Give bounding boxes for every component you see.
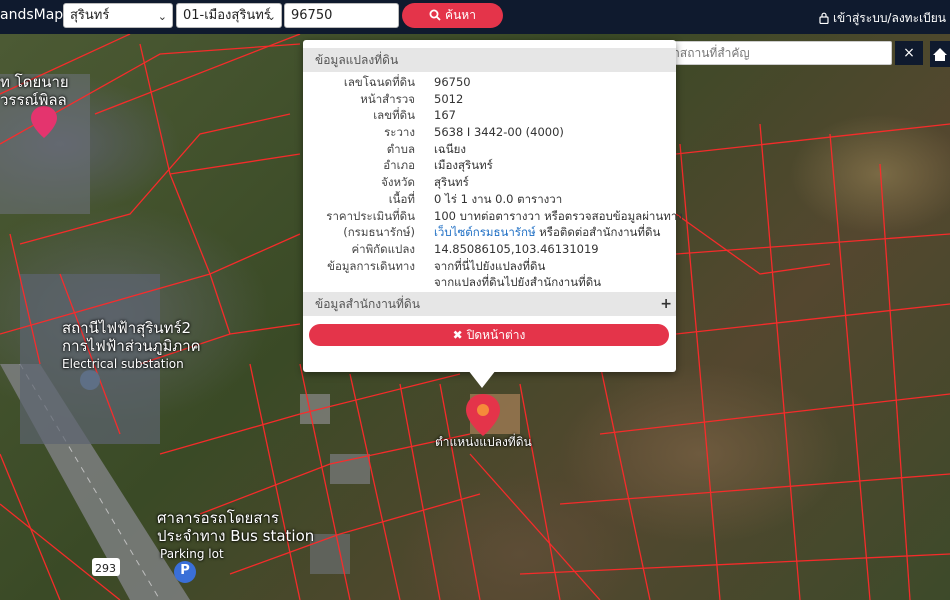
map-label-bus-station-2: ประจำทาง Bus station (157, 527, 315, 545)
directions-to-office-link[interactable]: จากแปลงที่ดินไปยังสำนักงานที่ดิน (434, 274, 601, 291)
district-select-value: 01-เมืองสุรินทร์ (183, 8, 271, 23)
info-row: ระวาง 5638 I 3442-00 (4000) (303, 124, 676, 141)
search-button[interactable]: ค้นหา (402, 3, 503, 28)
info-row: (กรมธนารักษ์) เว็บไซต์กรมธนารักษ์ หรือติด… (303, 224, 676, 241)
login-link[interactable]: เข้าสู่ระบบ/ลงทะเบียน (819, 9, 946, 28)
road-number-badge: 293 (95, 562, 116, 575)
row-label: ระวาง (384, 125, 415, 140)
info-row: จังหวัด สุรินทร์ (303, 174, 676, 191)
row-label: ตำบล (386, 141, 415, 156)
place-pin-icon[interactable] (31, 106, 57, 138)
map-label-substation-2: การไฟฟ้าส่วนภูมิภาค (62, 337, 201, 355)
popup-pointer (468, 370, 496, 388)
row-value: 167 (434, 108, 456, 123)
row-label: ราคาประเมินที่ดิน (326, 208, 415, 223)
info-row: ตำบล เฉนียง (303, 141, 676, 158)
lock-icon (819, 12, 829, 25)
district-select[interactable]: 01-เมืองสุรินทร์ ⌄ (176, 3, 282, 28)
row-label: ค่าพิกัดแปลง (351, 241, 415, 256)
expand-icon[interactable]: + (660, 292, 672, 316)
search-icon (429, 9, 441, 21)
login-label: เข้าสู่ระบบ/ลงทะเบียน (832, 11, 946, 25)
info-row: เนื้อที่ 0 ไร่ 1 งาน 0.0 ตารางวา (303, 191, 676, 208)
close-popup-button[interactable]: ✖ ปิดหน้าต่าง (309, 324, 669, 346)
map-label-building: ท โดยนาย (0, 73, 69, 91)
row-label: เนื้อที่ (388, 191, 415, 206)
place-search-input[interactable]: ค้นหาสถานที่สำคัญ (644, 41, 892, 65)
row-label: (กรมธนารักษ์) (343, 225, 415, 240)
search-button-label: ค้นหา (445, 8, 476, 22)
info-row: จากแปลงที่ดินไปยังสำนักงานที่ดิน (303, 274, 676, 291)
row-label: หน้าสำรวจ (360, 91, 415, 106)
info-row: ค่าพิกัดแปลง 14.85086105,103.46131019 (303, 241, 676, 258)
deed-number-input[interactable]: 96750 (284, 3, 399, 28)
parcel-marker-icon[interactable] (470, 394, 498, 434)
row-label: เลขที่ดิน (373, 108, 415, 123)
row-label: ข้อมูลการเดินทาง (327, 258, 415, 273)
parking-icon[interactable]: P (174, 560, 196, 582)
top-navbar: andsMaps สุรินทร์ ⌄ 01-เมืองสุรินทร์ ⌄ 9… (0, 0, 950, 34)
treasury-website-link[interactable]: เว็บไซต์กรมธนารักษ์ (434, 225, 536, 239)
map-label-bus-station: ศาลารอรถโดยสาร (157, 509, 279, 527)
row-value: เฉนียง (434, 141, 466, 156)
parcel-section-header[interactable]: ข้อมูลแปลงที่ดิน (303, 48, 676, 72)
province-select-value: สุรินทร์ (70, 8, 110, 23)
home-button[interactable] (930, 41, 950, 67)
place-search-close-button[interactable]: × (895, 41, 923, 65)
row-value: 5638 I 3442-00 (4000) (434, 125, 564, 140)
row-label: จังหวัด (381, 175, 415, 190)
row-value-rest: หรือติดต่อสำนักงานที่ดิน (535, 225, 661, 240)
directions-to-parcel-link[interactable]: จากที่นี่ไปยังแปลงที่ดิน (434, 258, 545, 275)
map-label-substation: สถานีไฟฟ้าสุรินทร์2 (62, 319, 192, 337)
parcel-location-label: ตำแหน่งแปลงที่ดิน (435, 435, 532, 449)
parcel-info-popup: ข้อมูลแปลงที่ดิน เลขโฉนดที่ดิน 96750 หน้า… (303, 40, 683, 372)
coordinates-link[interactable]: 14.85086105,103.46131019 (434, 241, 599, 258)
land-office-section-label: ข้อมูลสำนักงานที่ดิน (315, 297, 420, 311)
parcel-info-rows: เลขโฉนดที่ดิน 96750 หน้าสำรวจ 5012 เลขที่ด… (303, 74, 683, 291)
home-icon (933, 48, 947, 61)
info-row: เลขโฉนดที่ดิน 96750 (303, 74, 676, 91)
close-popup-label: ปิดหน้าต่าง (466, 328, 526, 342)
chevron-down-icon: ⌄ (157, 10, 167, 23)
row-value: 100 บาทต่อตารางวา หรือตรวจสอบข้อมูลผ่านท… (434, 208, 683, 223)
land-office-section-header[interactable]: ข้อมูลสำนักงานที่ดิน + (303, 292, 676, 316)
info-row: อำเภอ เมืองสุรินทร์ (303, 157, 676, 174)
row-value: 0 ไร่ 1 งาน 0.0 ตารางวา (434, 191, 563, 206)
info-row: ข้อมูลการเดินทาง จากที่นี่ไปยังแปลงที่ดิน (303, 258, 676, 275)
close-icon: ✖ (452, 328, 463, 342)
row-label: เลขโฉนดที่ดิน (343, 75, 415, 89)
info-row: เลขที่ดิน 167 (303, 107, 676, 124)
row-value: เว็บไซต์กรมธนารักษ์ หรือติดต่อสำนักงานที… (434, 224, 660, 241)
info-row: ราคาประเมินที่ดิน 100 บาทต่อตารางวา หรือต… (303, 208, 683, 225)
row-value: เมืองสุรินทร์ (434, 158, 493, 173)
info-row: หน้าสำรวจ 5012 (303, 91, 676, 108)
row-label: อำเภอ (383, 158, 415, 173)
row-value: 96750 (434, 75, 471, 89)
chevron-down-icon: ⌄ (266, 10, 276, 23)
app-brand[interactable]: andsMaps (0, 7, 70, 23)
row-value: 5012 (434, 91, 464, 106)
province-select[interactable]: สุรินทร์ ⌄ (63, 3, 173, 28)
substation-icon[interactable] (80, 370, 100, 390)
row-value: สุรินทร์ (434, 175, 469, 190)
